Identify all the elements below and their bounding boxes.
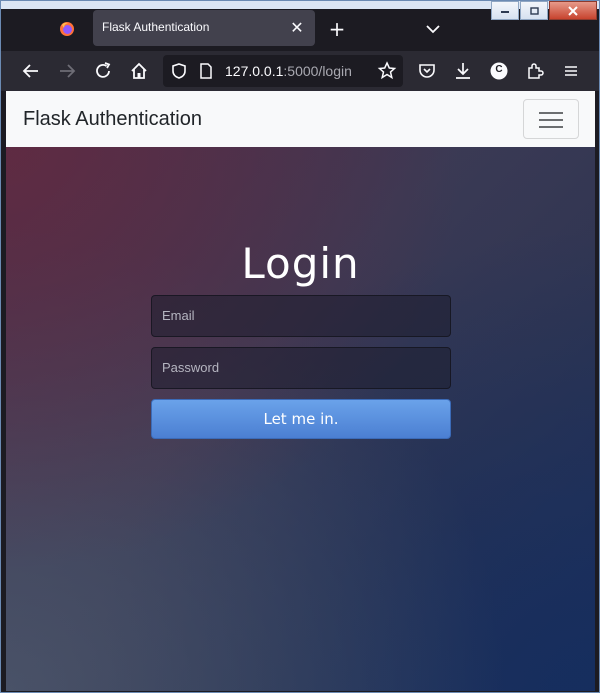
forward-arrow-icon[interactable] xyxy=(55,59,79,83)
tab-flask-authentication[interactable]: Flask Authentication ✕ xyxy=(93,10,315,46)
email-placeholder: Email xyxy=(162,308,195,323)
password-field[interactable]: Password xyxy=(151,347,451,389)
minimize-icon xyxy=(501,10,509,13)
avatar-initial: C xyxy=(495,64,503,75)
restore-button[interactable] xyxy=(520,1,548,20)
hamburger-menu-icon[interactable] xyxy=(559,59,583,83)
close-window-button[interactable] xyxy=(549,1,597,20)
restore-icon xyxy=(530,6,539,15)
downloads-icon[interactable] xyxy=(451,59,475,83)
close-tab-icon[interactable]: ✕ xyxy=(287,18,307,38)
reload-icon[interactable] xyxy=(91,59,115,83)
pocket-icon[interactable] xyxy=(415,59,439,83)
url-text[interactable]: 127.0.0.1:5000/login xyxy=(225,63,352,79)
login-section: Login Email Password Let me in. xyxy=(6,147,595,691)
site-navbar: Flask Authentication xyxy=(6,91,595,147)
url-path: :5000/login xyxy=(283,63,352,79)
tab-bar: Flask Authentication ✕ + xyxy=(1,1,599,51)
shield-icon[interactable] xyxy=(169,61,189,81)
browser-window: Flask Authentication ✕ + 127.0.0.1:5000/… xyxy=(0,0,600,693)
submit-button[interactable]: Let me in. xyxy=(151,399,451,439)
navbar-brand[interactable]: Flask Authentication xyxy=(23,108,202,131)
new-tab-button[interactable]: + xyxy=(323,15,351,43)
page-viewport: Flask Authentication Login Email Passwor… xyxy=(6,91,595,691)
navigation-toolbar: 127.0.0.1:5000/login C xyxy=(1,51,599,91)
password-placeholder: Password xyxy=(162,360,220,375)
page-icon xyxy=(200,63,212,79)
toggler-line xyxy=(539,112,563,114)
toggler-line xyxy=(539,126,563,128)
minimize-button[interactable] xyxy=(491,1,519,20)
firefox-icon xyxy=(60,22,74,36)
back-arrow-icon[interactable] xyxy=(19,59,43,83)
email-field[interactable]: Email xyxy=(151,295,451,337)
tab-title: Flask Authentication xyxy=(102,20,210,34)
url-host: 127.0.0.1 xyxy=(225,63,284,79)
toggler-line xyxy=(539,119,563,121)
url-bar[interactable]: 127.0.0.1:5000/login xyxy=(163,55,403,87)
window-controls xyxy=(490,1,597,21)
profile-avatar[interactable]: C xyxy=(487,59,511,83)
chevron-down-icon[interactable] xyxy=(419,15,447,43)
login-title: Login xyxy=(241,239,360,288)
close-icon xyxy=(568,5,578,16)
home-icon[interactable] xyxy=(127,59,151,83)
navbar-toggler-button[interactable] xyxy=(523,99,579,139)
bookmark-star-icon[interactable] xyxy=(375,59,399,83)
extensions-icon[interactable] xyxy=(523,59,547,83)
